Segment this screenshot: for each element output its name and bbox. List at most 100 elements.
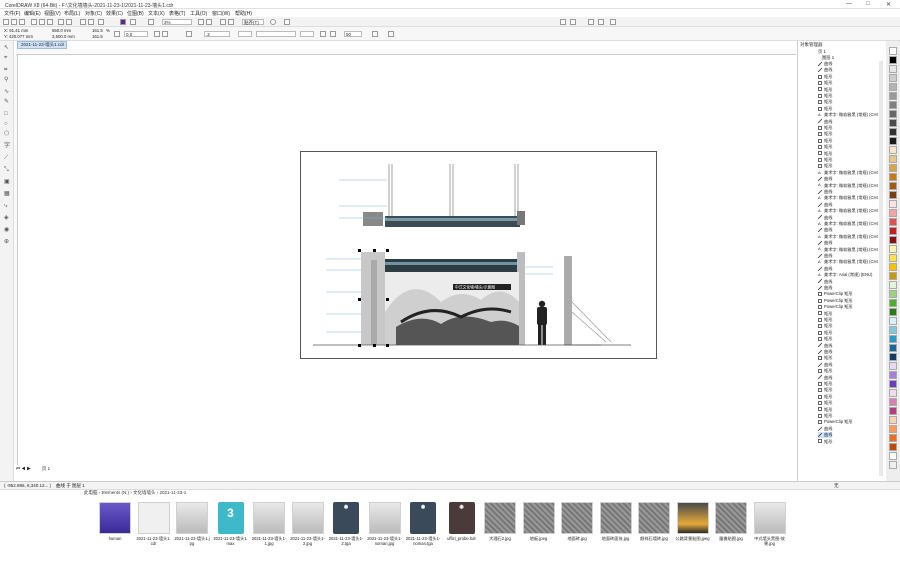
- color-swatch[interactable]: [889, 317, 897, 325]
- pick-tool-icon[interactable]: ↖: [4, 45, 10, 51]
- tree-item[interactable]: A 美术字: 微软雅黑 (常规) (CHC): [818, 221, 878, 227]
- text-tool-icon[interactable]: 字: [4, 143, 10, 149]
- tree-item[interactable]: 矩形: [818, 93, 832, 99]
- color-swatch[interactable]: [889, 326, 897, 334]
- color-swatch[interactable]: [889, 443, 897, 451]
- tree-item[interactable]: 曲线: [818, 279, 832, 285]
- y-position[interactable]: Y: 420.077 mm: [4, 34, 33, 39]
- tree-item[interactable]: PowerClip 矩形: [818, 304, 853, 310]
- color-swatch[interactable]: [889, 191, 897, 199]
- rectangle-tool-icon[interactable]: □: [4, 111, 10, 117]
- smoothness-field[interactable]: 50: [344, 31, 362, 37]
- text-wrap-icon[interactable]: [320, 31, 326, 37]
- next-page-icon[interactable]: ▶: [27, 466, 31, 471]
- tree-item[interactable]: 矩形: [818, 368, 832, 374]
- shape-tool-icon[interactable]: ⌖: [4, 55, 10, 61]
- file-item[interactable]: ◉ 2021-11-23-墙头1-noman.tga: [405, 502, 441, 562]
- cut-icon[interactable]: [31, 19, 37, 25]
- tree-item[interactable]: A 美术字: 微软雅黑 (常规) (CHC): [818, 195, 878, 201]
- panel-scrollbar[interactable]: [879, 61, 883, 476]
- tree-item[interactable]: 矩形: [818, 80, 832, 86]
- scale-y-field[interactable]: 161.5: [92, 34, 103, 39]
- tree-item[interactable]: 矩形: [818, 394, 832, 400]
- color-swatch[interactable]: [889, 173, 897, 181]
- to-front-icon[interactable]: [610, 19, 616, 25]
- tree-item[interactable]: A 美术字: 微软雅黑 (常规) (CHC): [818, 112, 878, 118]
- color-swatch[interactable]: [889, 272, 897, 280]
- file-item[interactable]: 地面砖.jpg: [559, 502, 595, 562]
- line-style-dropdown[interactable]: [256, 31, 296, 37]
- color-swatch[interactable]: [889, 47, 897, 55]
- color-swatch[interactable]: [889, 416, 897, 424]
- mirror-horizontal-icon[interactable]: [154, 31, 160, 37]
- menu-file[interactable]: 文件(F): [4, 10, 20, 17]
- close-button[interactable]: ✕: [886, 1, 891, 8]
- tree-item[interactable]: A 美术字: 微软雅黑 (常规) (CHC): [818, 208, 878, 214]
- file-item[interactable]: 2021-11-23-墙头1-1.jpg: [251, 502, 287, 562]
- color-swatch[interactable]: [889, 461, 897, 469]
- color-swatch[interactable]: [889, 353, 897, 361]
- menu-text[interactable]: 文本(X): [148, 10, 165, 17]
- tree-item[interactable]: PowerClip 矩形: [818, 298, 853, 304]
- drawing-page[interactable]: 中式文化墙/墙头/示意图: [300, 151, 657, 359]
- file-item[interactable]: 地面砖面块.jpg: [598, 502, 634, 562]
- menu-layout[interactable]: 布局(L): [64, 10, 80, 17]
- publish-pdf-icon[interactable]: [98, 19, 104, 25]
- color-swatch[interactable]: [889, 74, 897, 82]
- tree-item[interactable]: 矩形: [818, 413, 832, 419]
- smart-fill-icon[interactable]: ◉: [4, 227, 10, 233]
- color-swatch[interactable]: [889, 344, 897, 352]
- tree-item[interactable]: 曲线: [818, 349, 832, 355]
- tree-item[interactable]: 曲线: [818, 266, 832, 272]
- tree-item[interactable]: 曲线: [818, 119, 832, 125]
- page-tab[interactable]: 页 1: [42, 466, 50, 471]
- paste-icon[interactable]: [47, 19, 53, 25]
- color-swatch[interactable]: [889, 380, 897, 388]
- close-curve-icon[interactable]: [330, 31, 336, 37]
- tree-item[interactable]: 曲线: [818, 375, 832, 381]
- export-icon[interactable]: [88, 19, 94, 25]
- transparency-icon[interactable]: ▦: [4, 191, 10, 197]
- color-swatch[interactable]: [889, 128, 897, 136]
- maximize-button[interactable]: □: [866, 1, 870, 7]
- drop-shadow-icon[interactable]: ▣: [4, 179, 10, 185]
- interactive-fill-icon[interactable]: ◈: [4, 215, 10, 221]
- tree-item[interactable]: A 美术字: 微软雅黑 (常规) (CHC): [818, 170, 878, 176]
- tree-item[interactable]: A 美术字: Arial (常规) (ENU): [818, 272, 872, 278]
- file-item[interactable]: 中式墙头黑图-效果.jpg: [752, 502, 788, 562]
- file-item[interactable]: 3 2021-11-23-墙头1.max: [213, 502, 249, 562]
- color-swatch[interactable]: [889, 164, 897, 172]
- save-icon[interactable]: [19, 19, 25, 25]
- crumb-subfolder[interactable]: 2021-11-23-1: [160, 490, 187, 495]
- color-swatch[interactable]: [889, 371, 897, 379]
- tree-item[interactable]: A 美术字: 微软雅黑 (常规) (CHC): [818, 234, 878, 240]
- color-swatch[interactable]: [889, 362, 897, 370]
- color-swatch[interactable]: [889, 101, 897, 109]
- file-item[interactable]: human: [97, 502, 133, 562]
- lock-ratio-icon[interactable]: [114, 31, 120, 37]
- menu-table[interactable]: 表格(T): [169, 10, 185, 17]
- tree-item[interactable]: 矩形: [818, 131, 832, 137]
- zoom-level-field[interactable]: 2%: [162, 19, 192, 25]
- file-item[interactable]: 大理石2.jpg: [482, 502, 518, 562]
- app-launcher-icon[interactable]: [130, 19, 136, 25]
- tree-item[interactable]: 矩形: [818, 323, 832, 329]
- tree-item[interactable]: 曲线: [818, 240, 832, 246]
- redo-icon[interactable]: [66, 19, 72, 25]
- tree-item[interactable]: 曲线: [818, 285, 832, 291]
- tree-item[interactable]: 矩形: [818, 311, 832, 317]
- menu-help[interactable]: 帮助(H): [235, 10, 252, 17]
- tree-item[interactable]: 矩形: [818, 330, 832, 336]
- color-swatch[interactable]: [889, 425, 897, 433]
- color-swatch[interactable]: [889, 254, 897, 262]
- align-icon[interactable]: [560, 19, 566, 25]
- add-tool-icon[interactable]: ⊕: [4, 239, 10, 245]
- tree-item[interactable]: 曲线: [818, 61, 832, 67]
- color-swatch[interactable]: [889, 65, 897, 73]
- copy-icon[interactable]: [39, 19, 45, 25]
- width-field[interactable]: 650.0 mm: [52, 28, 71, 33]
- zoom-tool-icon[interactable]: ⚲: [4, 77, 10, 83]
- tree-item[interactable]: 曲线: [818, 67, 832, 73]
- color-swatch[interactable]: [889, 209, 897, 217]
- tree-item[interactable]: 矩形: [818, 157, 832, 163]
